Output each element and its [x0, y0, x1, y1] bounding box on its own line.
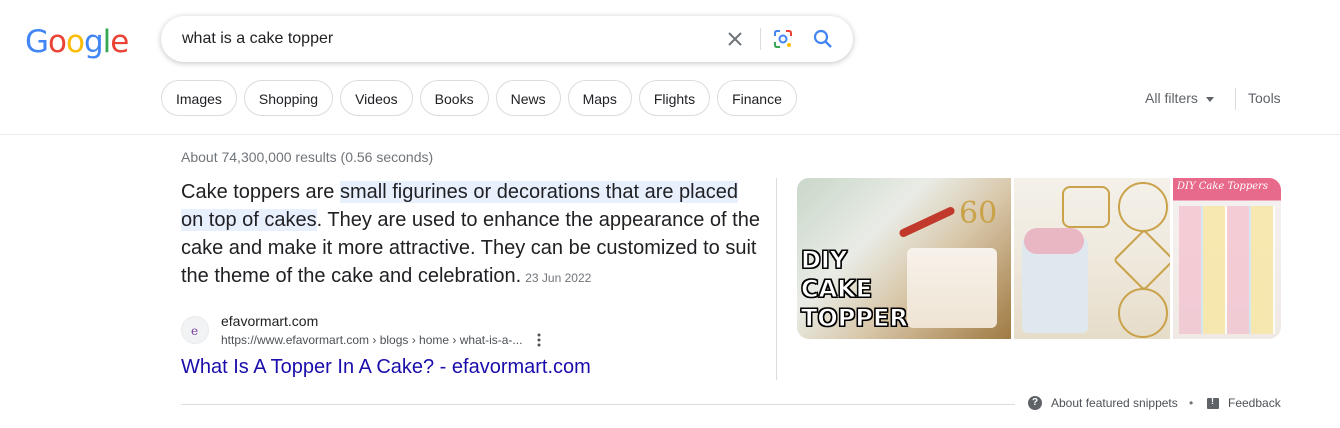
google-logo[interactable]: Google: [25, 24, 129, 60]
all-filters-button[interactable]: All filters: [1145, 90, 1214, 106]
site-favicon-icon[interactable]: e: [181, 316, 209, 344]
search-input[interactable]: what is a cake topper: [182, 16, 333, 62]
all-filters-label: All filters: [1145, 90, 1198, 106]
logo-letter: o: [48, 24, 67, 60]
search-tabs: Images Shopping Videos Books News Maps F…: [161, 80, 797, 116]
arrow-graphic: [898, 205, 956, 239]
tab-maps[interactable]: Maps: [567, 80, 632, 116]
topper-ring-graphic: [1118, 182, 1168, 232]
tab-images[interactable]: Images: [161, 80, 237, 116]
feedback-link[interactable]: Feedback: [1207, 396, 1281, 410]
snippet-date: 23 Jun 2022: [525, 271, 592, 285]
logo-letter: o: [66, 24, 85, 60]
tab-flights[interactable]: Flights: [638, 80, 711, 116]
about-featured-snippets-link[interactable]: ? About featured snippets: [1028, 396, 1178, 410]
caret-down-icon: [1205, 96, 1214, 102]
image-thumbnail[interactable]: [1014, 178, 1170, 339]
image-caption: DIY CAKE TOPPER: [801, 246, 909, 333]
search-icon[interactable]: [811, 27, 835, 51]
cake-graphic: [907, 248, 997, 328]
snippet-images: 60 DIY CAKE TOPPER DIY Cake Toppers: [797, 178, 1281, 339]
feedback-icon: [1207, 396, 1219, 409]
topper-ring-graphic: [1118, 288, 1168, 338]
site-name[interactable]: efavormart.com: [221, 313, 318, 329]
image-thumbnail[interactable]: DIY Cake Toppers: [1173, 178, 1281, 339]
featured-snippet-text: Cake toppers are small figurines or deco…: [181, 178, 761, 292]
search-box[interactable]: what is a cake topper: [161, 16, 853, 62]
tab-videos[interactable]: Videos: [340, 80, 413, 116]
topper-ring-graphic: [1112, 228, 1170, 292]
logo-letter: e: [110, 24, 129, 60]
search-divider: [760, 28, 761, 50]
snippet-pre: Cake toppers are: [181, 181, 340, 203]
close-icon[interactable]: [723, 27, 747, 51]
logo-letter: G: [25, 24, 49, 60]
tab-finance[interactable]: Finance: [717, 80, 797, 116]
image-caption: DIY Cake Toppers: [1177, 181, 1269, 192]
separator-bullet: •: [1189, 396, 1194, 410]
feedback-label: Feedback: [1228, 396, 1281, 410]
tab-news[interactable]: News: [495, 80, 561, 116]
result-stats: About 74,300,000 results (0.56 seconds): [181, 149, 434, 165]
result-title-link[interactable]: What Is A Topper In A Cake? - efavormart…: [181, 356, 591, 379]
site-url[interactable]: https://www.efavormart.com › blogs › hom…: [221, 333, 522, 347]
svg-text:e: e: [191, 324, 198, 338]
logo-letter: g: [83, 24, 104, 60]
column-divider: [776, 178, 777, 380]
results-divider: [181, 404, 1015, 405]
help-icon: ?: [1028, 396, 1042, 410]
flowers-graphic: [1024, 228, 1084, 254]
cake-topper-graphic: 60: [959, 196, 998, 231]
google-lens-icon[interactable]: [771, 27, 795, 51]
tab-books[interactable]: Books: [419, 80, 489, 116]
image-thumbnail[interactable]: 60 DIY CAKE TOPPER: [797, 178, 1011, 339]
more-vert-icon[interactable]: [533, 332, 545, 348]
header-divider: [0, 134, 1340, 135]
topper-ring-graphic: [1062, 186, 1110, 228]
tab-shopping[interactable]: Shopping: [243, 80, 334, 116]
logo-letter: l: [102, 24, 112, 60]
tools-divider: [1235, 88, 1236, 110]
about-snippets-label: About featured snippets: [1051, 396, 1178, 410]
tools-button[interactable]: Tools: [1248, 90, 1281, 106]
collage-graphic: [1179, 206, 1275, 334]
